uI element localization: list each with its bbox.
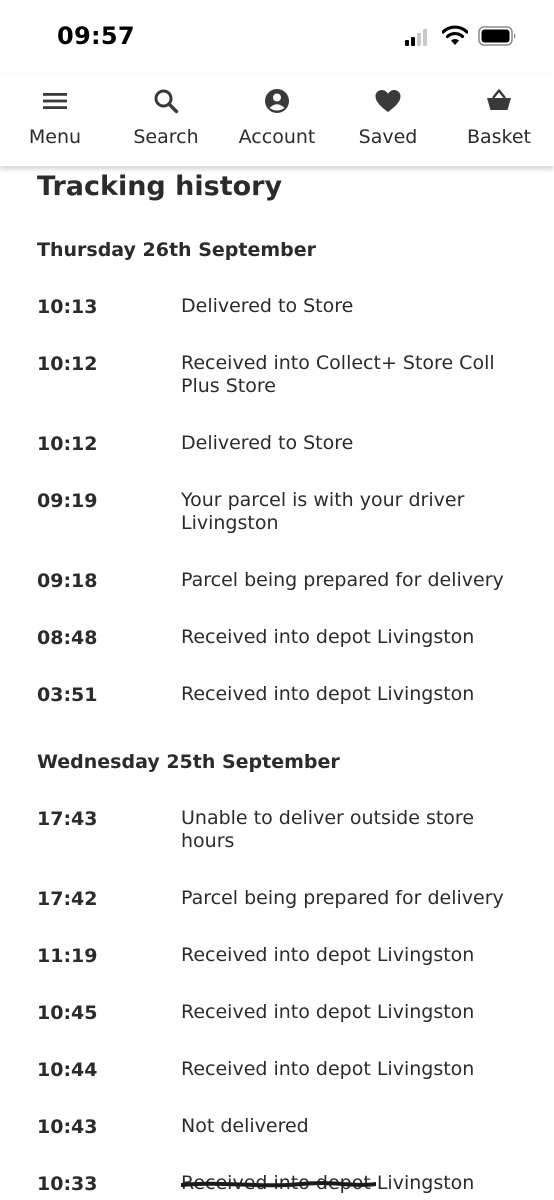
- event-time: 17:42: [37, 888, 98, 910]
- event-time: 11:19: [37, 945, 98, 967]
- event-time: 03:51: [37, 684, 98, 706]
- basket-icon: [487, 89, 511, 110]
- event-time: 08:48: [37, 627, 98, 649]
- event-description: Delivered to Store: [181, 432, 354, 454]
- event-description: Parcel being prepared for delivery: [181, 887, 504, 909]
- event-description: Parcel being prepared for delivery: [181, 569, 504, 591]
- day-heading: Thursday 26th September: [37, 239, 316, 261]
- nav-search-button[interactable]: Search: [111, 74, 221, 166]
- event-time: 09:19: [37, 490, 98, 512]
- event-description: Received into depot Livingston: [181, 683, 475, 705]
- event-description: Your parcel is with your driver Livingst…: [181, 489, 465, 534]
- battery-icon: [478, 26, 516, 46]
- event-description: Received into depot Livingston: [181, 944, 475, 966]
- status-bar: 09:57: [0, 0, 554, 74]
- cellular-signal-icon: [405, 28, 433, 46]
- day-heading: Wednesday 25th September: [37, 751, 340, 773]
- nav-account-label: Account: [238, 126, 316, 148]
- nav-basket-label: Basket: [466, 126, 532, 148]
- event-description: Received into depot Livingston: [181, 1001, 475, 1023]
- nav-search-label: Search: [133, 126, 199, 148]
- page-title: Tracking history: [37, 171, 283, 202]
- nav-account-button[interactable]: Account: [222, 74, 332, 166]
- nav-menu-label: Menu: [28, 126, 82, 148]
- nav-basket-button[interactable]: Basket: [444, 74, 554, 166]
- event-time: 10:45: [37, 1002, 98, 1024]
- event-description: Received into depot Livingston: [181, 626, 475, 648]
- event-time: 10:33: [37, 1173, 98, 1195]
- menu-icon: [43, 93, 67, 109]
- event-description: Unable to deliver outside store hours: [181, 807, 475, 852]
- account-icon: [265, 89, 289, 113]
- event-time: 10:44: [37, 1059, 98, 1081]
- wifi-icon: [442, 25, 468, 45]
- event-time: 09:18: [37, 570, 98, 592]
- nav-saved-label: Saved: [358, 126, 418, 148]
- event-time: 10:12: [37, 433, 98, 455]
- event-description: Received into depot Livingston: [181, 1058, 475, 1080]
- heart-icon: [375, 90, 401, 112]
- tracking-history-section: Tracking history Thursday 26th September…: [0, 166, 554, 1200]
- search-icon: [154, 89, 179, 114]
- status-time: 09:57: [57, 22, 135, 50]
- event-time: 10:43: [37, 1116, 98, 1138]
- nav-saved-button[interactable]: Saved: [333, 74, 443, 166]
- event-description: Received into Collect+ Store Coll Plus S…: [181, 352, 495, 397]
- event-time: 10:13: [37, 296, 98, 318]
- top-navigation: Menu Search Account Saved Basket: [0, 74, 554, 166]
- event-time: 17:43: [37, 808, 98, 830]
- redaction-scribble-mark: [181, 1181, 376, 1188]
- event-time: 10:12: [37, 353, 98, 375]
- event-description: Delivered to Store: [181, 295, 354, 317]
- nav-menu-button[interactable]: Menu: [0, 74, 110, 166]
- event-description: Not delivered: [181, 1115, 309, 1137]
